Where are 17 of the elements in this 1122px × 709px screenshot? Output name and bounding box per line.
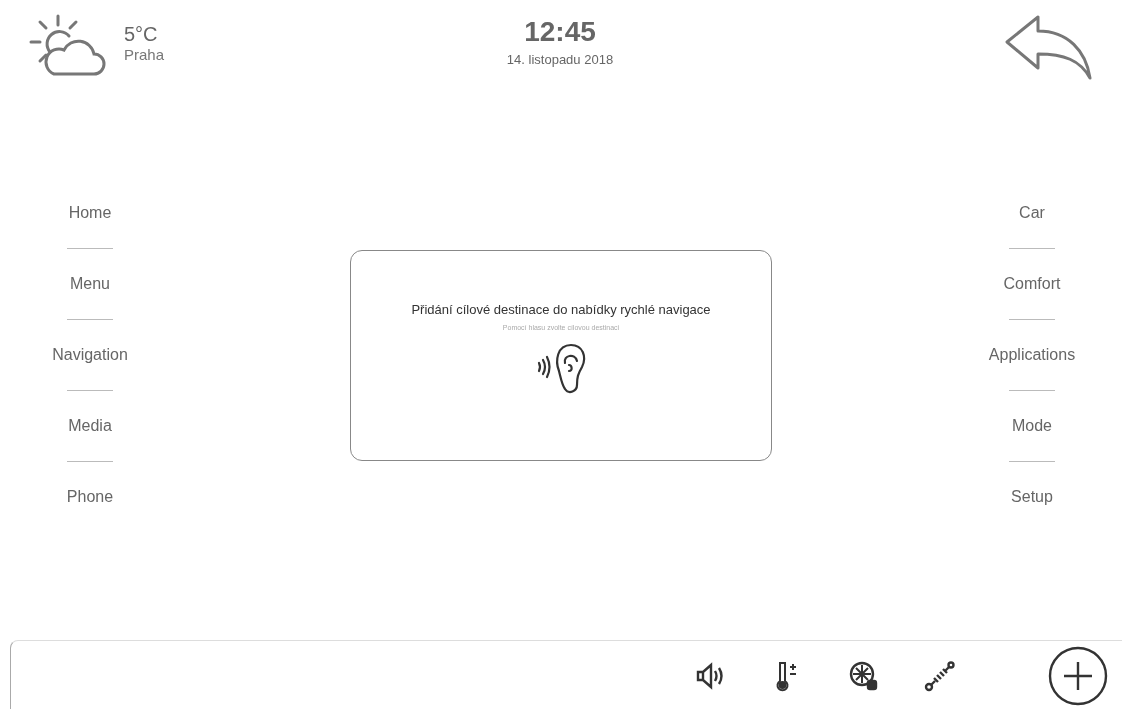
- add-icon[interactable]: [1048, 645, 1108, 706]
- back-arrow-icon[interactable]: [1004, 14, 1094, 80]
- date: 14. listopadu 2018: [506, 52, 614, 67]
- clock-time: 12:45: [524, 16, 596, 48]
- menu-item[interactable]: Navigation: [52, 344, 128, 366]
- menu-item[interactable]: Phone: [66, 486, 114, 508]
- dialog-title: Přidání cílové destinace do nabídky rychlé navigace: [411, 302, 711, 317]
- menu-item[interactable]: Home: [68, 202, 112, 224]
- temperature: 5°C: [124, 22, 159, 46]
- menu-item[interactable]: Car: [1019, 202, 1045, 224]
- city-name: Praha: [124, 46, 165, 63]
- menu-item[interactable]: Menu: [70, 273, 110, 295]
- menu-item[interactable]: Mode: [1012, 415, 1052, 437]
- menu-item[interactable]: Applications: [988, 344, 1076, 366]
- menu-item[interactable]: Media: [68, 415, 112, 437]
- menu-item[interactable]: Setup: [1011, 486, 1053, 508]
- menu-item[interactable]: Comfort: [1003, 273, 1061, 295]
